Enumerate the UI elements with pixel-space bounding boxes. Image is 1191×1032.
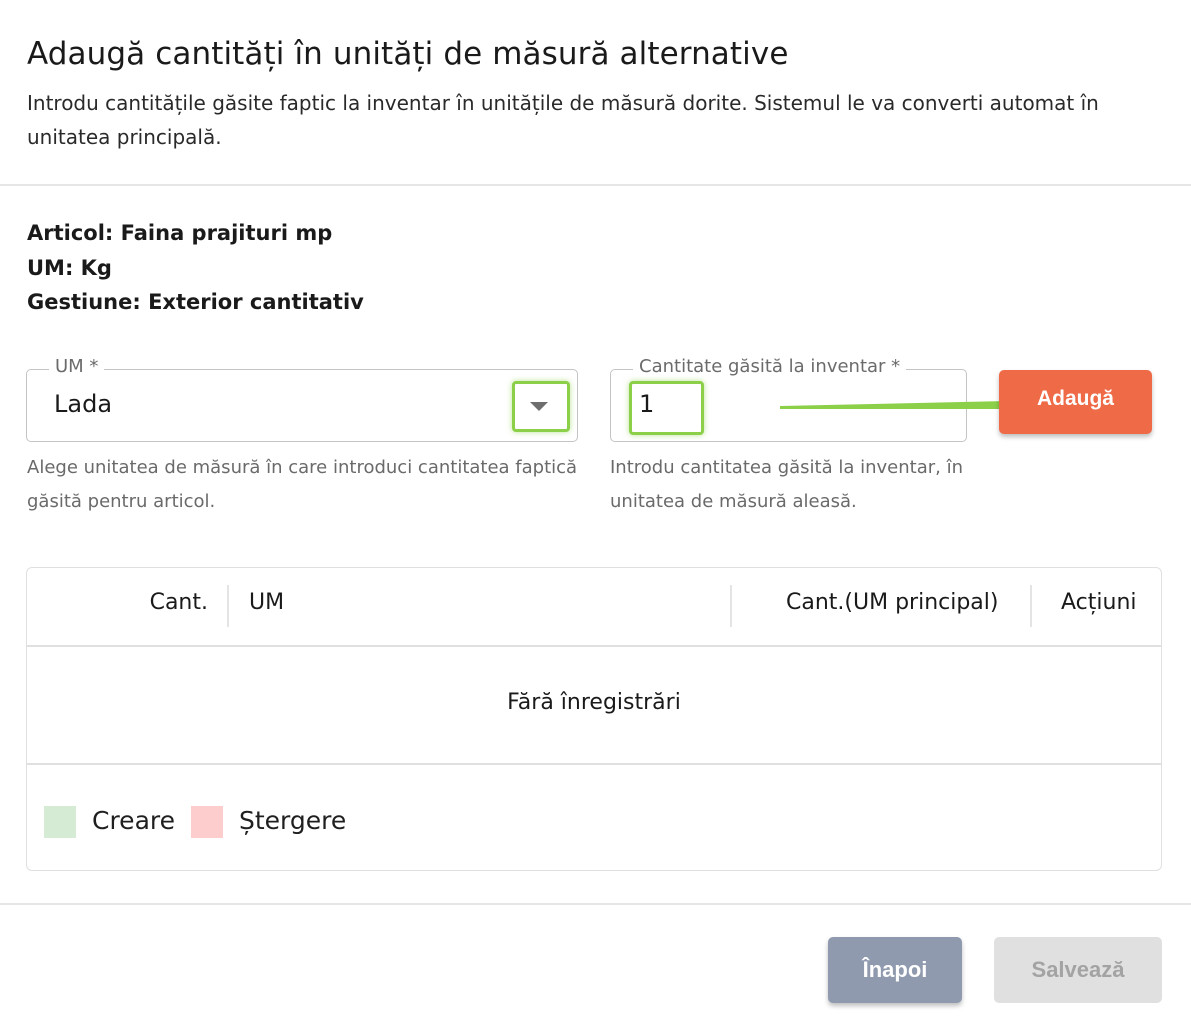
quantity-helper-text: Introdu cantitatea găsită la inventar, î… xyxy=(610,457,963,512)
arrow-right-icon xyxy=(780,396,1029,414)
column-separator[interactable] xyxy=(1030,585,1032,627)
dialog-subtitle: Introdu cantitățile găsite faptic la inv… xyxy=(27,91,1099,149)
add-button[interactable]: Adaugă xyxy=(999,370,1152,434)
column-header-cant-principal[interactable]: Cant.(UM principal) xyxy=(786,590,998,615)
quantity-input-label: Cantitate găsită la inventar * xyxy=(633,356,907,377)
column-header-actiuni[interactable]: Acțiuni xyxy=(1061,590,1137,615)
um-select-label: UM * xyxy=(49,356,105,377)
column-header-um[interactable]: UM xyxy=(249,590,284,615)
info-gestiune: Gestiune: Exterior cantitativ xyxy=(27,290,364,314)
legend-swatch-delete xyxy=(191,806,223,838)
entries-table: Cant. UM Cant.(UM principal) Acțiuni Făr… xyxy=(26,567,1162,871)
table-header-divider xyxy=(27,645,1161,647)
column-separator[interactable] xyxy=(730,585,732,627)
table-footer-divider xyxy=(27,763,1161,765)
back-button-label: Înapoi xyxy=(862,957,928,982)
um-helper-text: Alege unitatea de măsură în care introdu… xyxy=(27,457,578,512)
footer-divider xyxy=(0,903,1191,905)
header-divider xyxy=(0,184,1191,186)
legend-label-create: Creare xyxy=(92,806,175,835)
dialog-title: Adaugă cantități în unități de măsură al… xyxy=(27,36,789,72)
info-um: UM: Kg xyxy=(27,256,112,280)
info-articol: Articol: Faina prajituri mp xyxy=(27,221,333,245)
back-button[interactable]: Înapoi xyxy=(828,937,962,1003)
um-select-value: Lada xyxy=(54,390,113,418)
save-button[interactable]: Salvează xyxy=(994,937,1162,1003)
um-select[interactable]: UM * Lada xyxy=(26,356,578,442)
column-header-cant[interactable]: Cant. xyxy=(150,590,208,615)
legend-swatch-create xyxy=(44,806,76,838)
add-button-label: Adaugă xyxy=(1036,387,1114,410)
empty-message: Fără înregistrări xyxy=(507,690,681,715)
quantity-highlight xyxy=(629,381,704,435)
column-separator[interactable] xyxy=(227,585,229,627)
dropdown-highlight xyxy=(512,381,570,432)
save-button-label: Salvează xyxy=(1031,957,1125,982)
legend-label-delete: Ștergere xyxy=(239,806,347,835)
